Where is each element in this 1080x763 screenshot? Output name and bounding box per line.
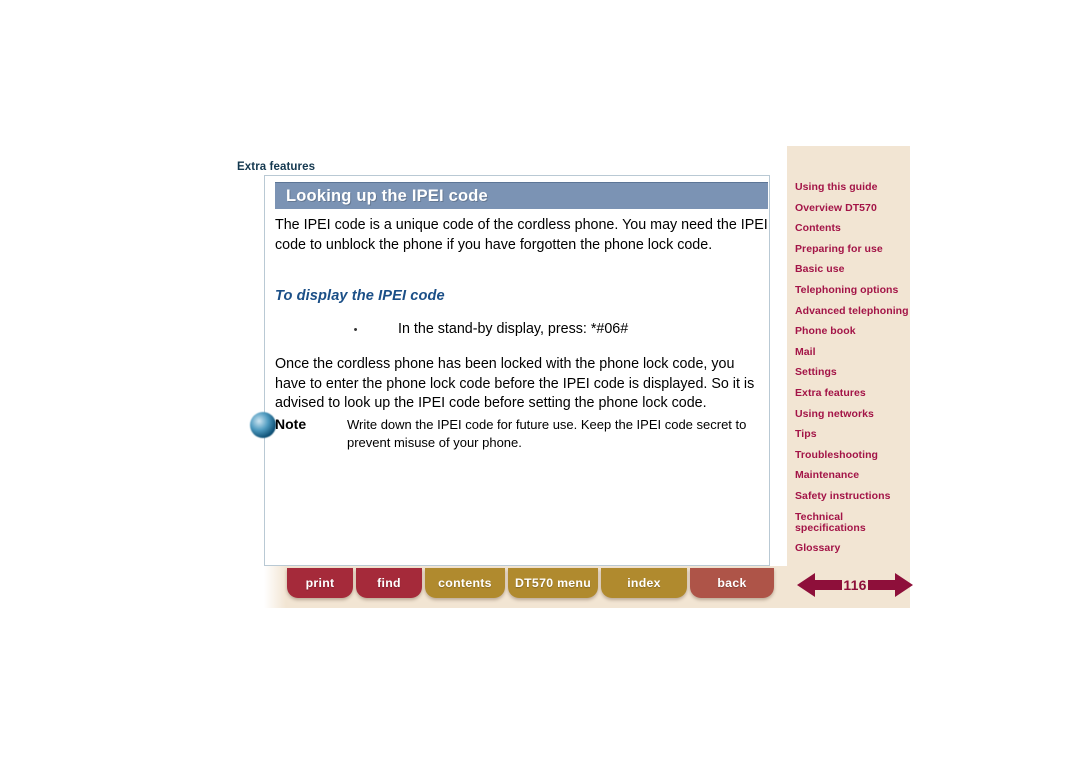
previous-page-button[interactable] (797, 572, 843, 598)
sidebar-item-using-this-guide[interactable]: Using this guide (795, 182, 910, 193)
note-label: Note (275, 416, 307, 432)
note-marker-icon (250, 412, 276, 438)
sidebar-item-using-networks[interactable]: Using networks (795, 408, 910, 420)
sidebar-item-phone-book[interactable]: Phone book (795, 326, 910, 337)
sidebar-item-maintenance[interactable]: Maintenance (795, 470, 910, 481)
sidebar-item-troubleshooting[interactable]: Troubleshooting (795, 449, 910, 461)
sidebar-item-basic-use[interactable]: Basic use (795, 264, 910, 275)
page-title-bar: Looking up the IPEI code (275, 182, 768, 209)
sidebar-item-advanced-telephoning[interactable]: Advanced telephoning (795, 305, 910, 317)
next-page-button[interactable] (867, 572, 913, 598)
sidebar-item-safety-instructions[interactable]: Safety instructions (795, 490, 910, 502)
step-text: In the stand-by display, press: *#06# (398, 321, 629, 337)
page-title: Looking up the IPEI code (286, 187, 488, 205)
contents-button[interactable]: contents (425, 568, 505, 598)
bottom-toolbar: print find contents DT570 menu index bac… (287, 568, 774, 598)
sidebar-item-glossary[interactable]: Glossary (795, 543, 910, 554)
sidebar-item-technical-specifications[interactable]: Technical specifications (795, 511, 910, 534)
page-number: 116 (843, 577, 867, 593)
followup-paragraph: Once the cordless phone has been locked … (275, 356, 755, 412)
back-button[interactable]: back (690, 568, 774, 598)
sidebar-item-preparing-for-use[interactable]: Preparing for use (795, 243, 910, 255)
sidebar-panel: Using this guide Overview DT570 Contents… (787, 146, 910, 608)
step-list-item: • In the stand-by display, press: *#06# (352, 320, 752, 339)
sidebar-item-extra-features[interactable]: Extra features (795, 387, 910, 399)
note-callout: Note Write down the IPEI code for future… (275, 416, 769, 451)
sidebar-item-tips[interactable]: Tips (795, 429, 910, 440)
note-text: Write down the IPEI code for future use.… (347, 417, 747, 450)
sidebar-item-settings[interactable]: Settings (795, 367, 910, 378)
sidebar-nav: Using this guide Overview DT570 Contents… (795, 182, 910, 564)
section-subheading: To display the IPEI code (275, 288, 445, 304)
find-button[interactable]: find (356, 568, 422, 598)
pager: 116 (797, 570, 913, 600)
breadcrumb: Extra features (237, 161, 316, 173)
index-button[interactable]: index (601, 568, 687, 598)
sidebar-item-mail[interactable]: Mail (795, 346, 910, 358)
bullet-icon: • (353, 324, 358, 336)
print-button[interactable]: print (287, 568, 353, 598)
sidebar-item-telephoning-options[interactable]: Telephoning options (795, 284, 910, 296)
sidebar-item-contents[interactable]: Contents (795, 223, 910, 234)
dt570-menu-button[interactable]: DT570 menu (508, 568, 598, 598)
sidebar-item-overview-dt570[interactable]: Overview DT570 (795, 202, 910, 214)
intro-paragraph: The IPEI code is a unique code of the co… (275, 217, 768, 253)
